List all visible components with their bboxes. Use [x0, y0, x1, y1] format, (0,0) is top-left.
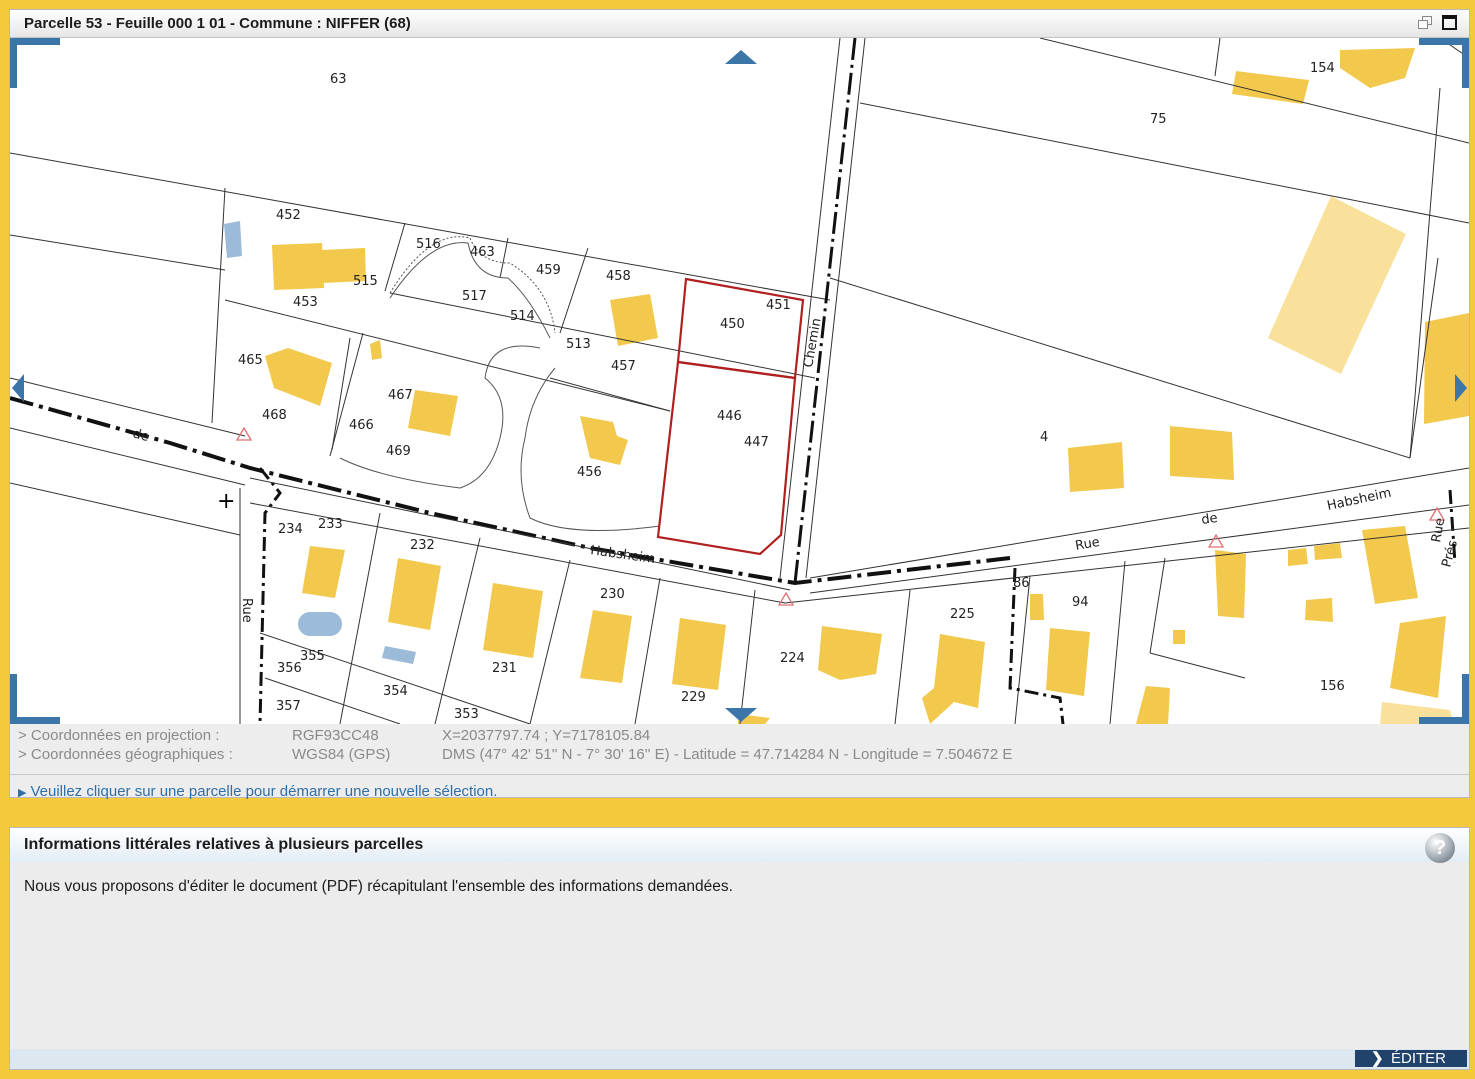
parcel-label[interactable]: 459 [536, 263, 561, 278]
projection-label: > Coordonnées en projection : [18, 727, 220, 744]
chevron-right-icon: ❯ [1371, 1050, 1384, 1067]
parcel-label[interactable]: 357 [276, 699, 301, 714]
parcel-label[interactable]: 516 [416, 237, 441, 252]
parcel-label[interactable]: 457 [611, 359, 636, 374]
parcel-label[interactable]: 63 [330, 72, 347, 87]
map-title: Parcelle 53 - Feuille 000 1 01 - Commune… [24, 15, 411, 32]
street-label: Habsheim [589, 543, 656, 567]
parcel-label[interactable]: 469 [386, 444, 411, 459]
parcel-label[interactable]: 86 [1013, 576, 1030, 591]
selection-hint-text: Veuillez cliquer sur une parcelle pour d… [30, 783, 498, 800]
selection-hint: ▶ Veuillez cliquer sur une parcelle pour … [18, 783, 497, 800]
buildings [265, 48, 1469, 724]
divider [10, 774, 1469, 775]
street-label: de [131, 426, 151, 445]
parcel-label[interactable]: 75 [1150, 112, 1167, 127]
parcel-lines [10, 38, 1469, 724]
info-panel-footer: ❯ ÉDITER [10, 1049, 1469, 1069]
parcel-label[interactable]: 447 [744, 435, 769, 450]
parcel-label[interactable]: 517 [462, 289, 487, 304]
parcel-label[interactable]: 354 [383, 684, 408, 699]
street-label: Chemin [801, 317, 824, 369]
parcel-label[interactable]: 230 [600, 587, 625, 602]
parcel-label[interactable]: 232 [410, 538, 435, 553]
parcel-label[interactable]: 456 [577, 465, 602, 480]
parcel-label[interactable]: 233 [318, 517, 343, 532]
info-panel: Informations littérales relatives à plus… [9, 827, 1470, 1070]
edit-button-label: ÉDITER [1391, 1050, 1447, 1067]
parcel-label[interactable]: 463 [470, 245, 495, 260]
parcel-label[interactable]: 356 [277, 661, 302, 676]
info-panel-text: Nous vous proposons d'éditer le document… [24, 878, 733, 895]
parcel-label[interactable]: 451 [766, 298, 791, 313]
restore-icon[interactable] [1418, 15, 1433, 30]
geographic-label: > Coordonnées géographiques : [18, 746, 233, 763]
parcel-label[interactable]: 353 [454, 707, 479, 722]
faded-building [1268, 196, 1406, 374]
edit-button[interactable]: ❯ ÉDITER [1355, 1050, 1467, 1067]
pan-up-arrow-icon[interactable] [725, 50, 757, 64]
parcel-label[interactable]: 355 [300, 649, 325, 664]
projection-system: RGF93CC48 [292, 727, 379, 744]
parcel-label[interactable]: 513 [566, 337, 591, 352]
maximize-icon[interactable] [1442, 15, 1457, 30]
svg-text:+: + [217, 489, 235, 514]
parcel-label[interactable]: 94 [1072, 595, 1089, 610]
street-label: Rue [239, 598, 254, 623]
parcel-label[interactable]: 446 [717, 409, 742, 424]
parcel-label[interactable]: 452 [276, 208, 301, 223]
projection-value: X=2037797.74 ; Y=7178105.84 [442, 727, 651, 744]
parcel-label[interactable]: 4 [1040, 430, 1048, 445]
street-label: de [1200, 511, 1218, 528]
street-label: Rue [1074, 535, 1101, 554]
cadastral-map[interactable]: + 63 75 154 452 516 463 459 458 451 450 515 517 453 5… [10, 38, 1469, 724]
parcel-label[interactable]: 453 [293, 295, 318, 310]
parcel-label[interactable]: 450 [720, 317, 745, 332]
geographic-value: DMS (47° 42' 51'' N - 7° 30' 16'' E) - L… [442, 746, 1013, 763]
parcel-label[interactable]: 234 [278, 522, 303, 537]
map-corner-brackets [10, 38, 1469, 724]
coordinates-area: > Coordonnées en projection : RGF93CC48 … [10, 724, 1469, 800]
parcel-label[interactable]: 154 [1310, 61, 1335, 76]
info-panel-title: Informations littérales relatives à plus… [24, 836, 424, 853]
map-titlebar: Parcelle 53 - Feuille 000 1 01 - Commune… [10, 10, 1469, 38]
help-icon[interactable]: ? [1425, 833, 1455, 863]
parcel-label[interactable]: 466 [349, 418, 374, 433]
parcel-label[interactable]: 468 [262, 408, 287, 423]
parcel-label[interactable]: 515 [353, 274, 378, 289]
triangle-right-icon: ▶ [18, 787, 27, 799]
map-panel: Parcelle 53 - Feuille 000 1 01 - Commune… [9, 9, 1470, 800]
parcel-label[interactable]: 229 [681, 690, 706, 705]
parcel-label[interactable]: 458 [606, 269, 631, 284]
parcel-label[interactable]: 225 [950, 607, 975, 622]
geographic-system: WGS84 (GPS) [292, 746, 391, 763]
info-panel-header: Informations littérales relatives à plus… [10, 828, 1469, 863]
parcel-label[interactable]: 467 [388, 388, 413, 403]
parcel-label[interactable]: 514 [510, 309, 535, 324]
parcel-label[interactable]: 156 [1320, 679, 1345, 694]
parcel-label[interactable]: 465 [238, 353, 263, 368]
parcel-label[interactable]: 231 [492, 661, 517, 676]
parcel-label[interactable]: 224 [780, 651, 805, 666]
